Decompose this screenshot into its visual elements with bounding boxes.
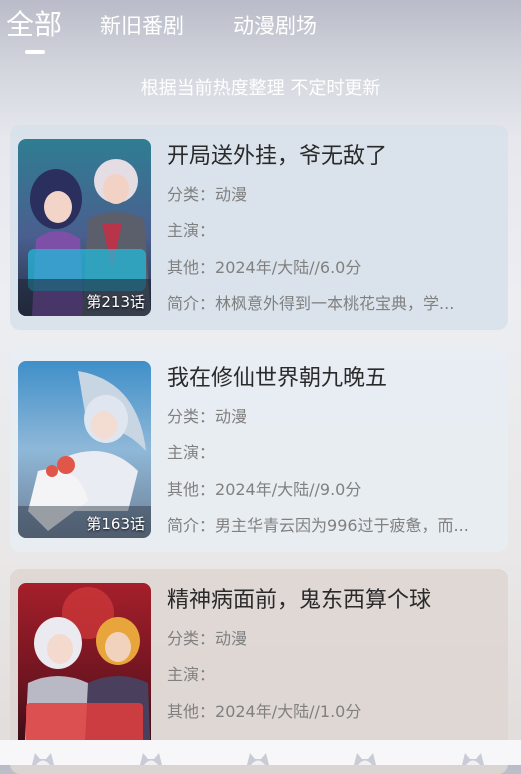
intro-row: 简介：林枫意外得到一本桃花宝典，学... bbox=[167, 293, 497, 315]
anime-title: 精神病面前，鬼东西算个球 bbox=[167, 588, 432, 613]
cast-label: 主演： bbox=[167, 443, 216, 462]
other-label: 其他： bbox=[167, 702, 216, 721]
cover-art bbox=[18, 583, 151, 760]
cover-art bbox=[18, 139, 151, 316]
intro-row: 简介：男主华青云因为996过于疲惫，而... bbox=[167, 515, 497, 537]
category-row: 分类：动漫 bbox=[167, 628, 497, 650]
anime-title: 我在修仙世界朝九晚五 bbox=[167, 366, 388, 391]
cast-label: 主演： bbox=[167, 665, 216, 684]
other-row: 其他：2024年/大陆//1.0分 bbox=[167, 701, 497, 723]
cat-ear-avatar-icon bbox=[354, 753, 376, 765]
cat-ear-avatar-icon bbox=[462, 753, 484, 765]
intro-value: 林枫意外得到一本桃花宝典，学... bbox=[215, 294, 455, 313]
nav-item-5[interactable] bbox=[458, 750, 488, 765]
other-label: 其他： bbox=[167, 258, 216, 277]
other-value: 2024年/大陆//1.0分 bbox=[215, 702, 362, 721]
nav-item-2[interactable] bbox=[136, 750, 166, 765]
category-row: 分类：动漫 bbox=[167, 184, 497, 206]
nav-item-4[interactable] bbox=[350, 750, 380, 765]
list-subtitle: 根据当前热度整理 不定时更新 bbox=[140, 78, 381, 99]
episode-count: 第213话 bbox=[86, 293, 145, 311]
other-value: 2024年/大陆//6.0分 bbox=[215, 258, 362, 277]
anime-title: 开局送外挂，爷无敌了 bbox=[167, 144, 388, 169]
nav-item-3[interactable] bbox=[243, 750, 273, 765]
top-tab-bar: 全部 新旧番剧 动漫剧场 bbox=[0, 0, 521, 60]
cover-image: 第163话 bbox=[18, 361, 151, 538]
cover-image: 第213话 bbox=[18, 139, 151, 316]
cast-row: 主演： bbox=[167, 664, 497, 686]
cat-ear-avatar-icon bbox=[32, 753, 54, 765]
cast-row: 主演： bbox=[167, 220, 497, 242]
other-row: 其他：2024年/大陆//6.0分 bbox=[167, 257, 497, 279]
cast-row: 主演： bbox=[167, 442, 497, 464]
category-label: 分类： bbox=[167, 629, 216, 648]
anime-card[interactable]: 第213话 开局送外挂，爷无敌了 分类：动漫 主演： 其他：2024年/大陆//… bbox=[10, 125, 508, 330]
cover-art bbox=[18, 361, 151, 538]
tab-new-old-series[interactable]: 新旧番剧 bbox=[100, 10, 184, 42]
episode-count: 第163话 bbox=[86, 515, 145, 533]
category-row: 分类：动漫 bbox=[167, 406, 497, 428]
cast-label: 主演： bbox=[167, 221, 216, 240]
category-value: 动漫 bbox=[215, 407, 248, 426]
other-value: 2024年/大陆//9.0分 bbox=[215, 480, 362, 499]
cat-ear-avatar-icon bbox=[140, 753, 162, 765]
category-value: 动漫 bbox=[215, 185, 248, 204]
cat-ear-avatar-icon bbox=[247, 753, 269, 765]
anime-card[interactable]: 第163话 我在修仙世界朝九晚五 分类：动漫 主演： 其他：2024年/大陆//… bbox=[10, 347, 508, 552]
nav-item-1[interactable] bbox=[28, 750, 58, 765]
tab-all[interactable]: 全部 bbox=[6, 8, 62, 42]
category-label: 分类： bbox=[167, 407, 216, 426]
other-label: 其他： bbox=[167, 480, 216, 499]
other-row: 其他：2024年/大陆//9.0分 bbox=[167, 479, 497, 501]
active-tab-indicator bbox=[25, 50, 45, 54]
intro-label: 简介： bbox=[167, 516, 216, 535]
bottom-navigation bbox=[0, 740, 521, 765]
category-label: 分类： bbox=[167, 185, 216, 204]
category-value: 动漫 bbox=[215, 629, 248, 648]
intro-label: 简介： bbox=[167, 294, 216, 313]
tab-anime-theater[interactable]: 动漫剧场 bbox=[233, 10, 317, 42]
intro-value: 男主华青云因为996过于疲惫，而... bbox=[215, 516, 469, 535]
cover-image bbox=[18, 583, 151, 760]
